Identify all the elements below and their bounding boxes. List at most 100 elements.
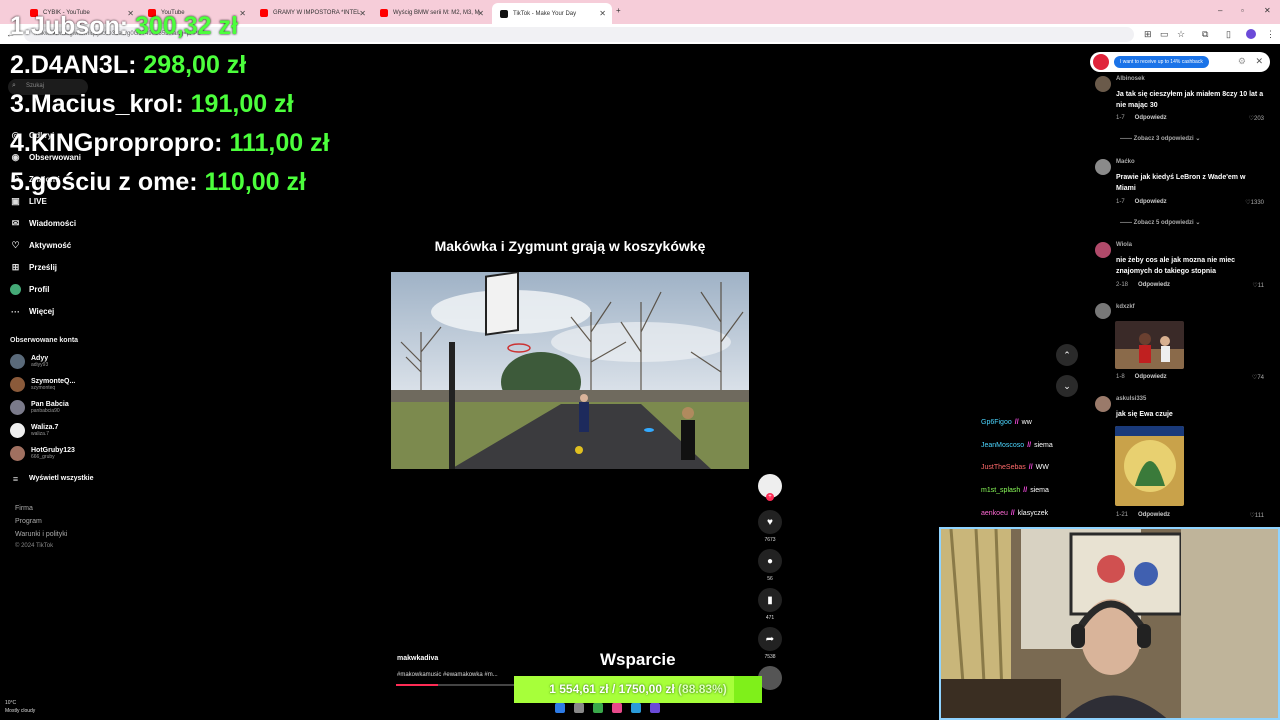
avatar[interactable]	[1095, 303, 1111, 319]
close-icon[interactable]: ✕	[239, 9, 246, 18]
extensions-icon[interactable]: ⧉	[1202, 29, 1208, 40]
avatar[interactable]	[1095, 76, 1111, 92]
footer-link[interactable]: Program	[15, 518, 42, 525]
comment-likes[interactable]: ♡203	[1249, 115, 1264, 122]
avatar[interactable]	[1095, 396, 1111, 412]
followed-account[interactable]: Pan Babcia panbabcia90	[10, 400, 69, 415]
comment-image[interactable]	[1115, 426, 1184, 506]
view-replies-button[interactable]: —— Zobacz 3 odpowiedzi ⌄	[1120, 135, 1200, 142]
upload-icon: ⊞	[11, 262, 20, 272]
minimize-icon[interactable]: –	[1218, 6, 1222, 15]
sidebar-item-profil[interactable]: Profil	[10, 284, 49, 295]
comment-likes[interactable]: ♡11	[1252, 282, 1264, 289]
footer-link[interactable]: Firma	[15, 505, 33, 512]
footer-link[interactable]: Warunki i polityki	[15, 531, 67, 538]
avatar[interactable]	[1095, 242, 1111, 258]
sidebar-item-live[interactable]: ▣ LIVE	[10, 196, 47, 207]
reply-button[interactable]: Odpowiedz	[1135, 115, 1167, 121]
heart-icon: ♥	[767, 516, 773, 528]
comment-meta: 1-7 Odpowiedz ♡203	[1116, 115, 1266, 122]
show-all-button[interactable]: ≡ Wyświetl wszystkie	[10, 473, 94, 484]
app-taskbar-icon[interactable]	[650, 703, 660, 713]
previous-video-button[interactable]: ⌃	[1056, 344, 1078, 366]
new-tab-icon[interactable]: +	[616, 6, 621, 15]
comment-user[interactable]: Albinosek	[1116, 76, 1145, 82]
sidebar-item-aktywnosc[interactable]: ♡ Aktywność	[10, 240, 71, 251]
sidebar-item-wiecej[interactable]: ··· Więcej	[10, 306, 54, 317]
account-name: HotGruby123	[31, 447, 75, 454]
chat-user: aenkoeu	[981, 510, 1008, 517]
like-button[interactable]: ♥	[758, 510, 782, 534]
sidepanel-icon[interactable]: ▯	[1226, 29, 1231, 40]
close-icon[interactable]: ✕	[599, 9, 606, 18]
weather-widget[interactable]: 10°C Mostly cloudy	[5, 699, 35, 715]
comment-likes[interactable]: ♡74	[1252, 374, 1264, 381]
account-name: Adyy	[31, 355, 49, 362]
comment-user[interactable]: askulsi335	[1116, 396, 1146, 402]
followed-account[interactable]: Adyy adiyy93	[10, 354, 48, 369]
video-hashtags[interactable]: #makowkamusic #ewamakowka #m...	[397, 672, 498, 678]
chat-message: JustTheSebas//WW	[981, 464, 1049, 471]
tab-label: TikTok - Make Your Day	[513, 10, 577, 17]
menu-icon[interactable]: ⋮	[1266, 29, 1275, 40]
sidebar-item-wiadomosci[interactable]: ✉ Wiadomości	[10, 218, 76, 229]
creator-name[interactable]: makwkadiva	[397, 655, 438, 662]
rank: 2.	[10, 51, 31, 79]
cashback-button[interactable]: I want to receive up to 14% cashback	[1114, 56, 1209, 68]
followed-account[interactable]: Waliza.7 waliza.7	[10, 423, 58, 438]
comment-like-count: 74	[1257, 375, 1264, 381]
view-replies-button[interactable]: —— Zobacz 5 odpowiedzi ⌄	[1120, 219, 1200, 226]
star-icon[interactable]: ☆	[1177, 29, 1185, 40]
goal-target: 1750,00 zł	[618, 682, 675, 696]
comment-user[interactable]: kdxzkf	[1116, 304, 1135, 310]
save-count: 471	[765, 615, 775, 621]
comment-user[interactable]: Wiola	[1116, 242, 1132, 248]
start-icon[interactable]	[555, 703, 565, 713]
window-close-icon[interactable]: ✕	[1264, 6, 1271, 15]
followed-account[interactable]: HotGruby123 666_gruby	[10, 446, 75, 461]
gear-icon[interactable]: ⚙	[1238, 56, 1246, 67]
chrome-taskbar-icon[interactable]	[593, 703, 603, 713]
reply-button[interactable]: Odpowiedz	[1135, 199, 1167, 205]
comment-button[interactable]: ●	[758, 549, 782, 573]
reply-button[interactable]: Odpowiedz	[1138, 282, 1170, 288]
close-icon[interactable]: ✕	[477, 9, 484, 18]
cast-icon[interactable]: ▭	[1160, 29, 1169, 40]
sidebar-item-przeslij[interactable]: ⊞ Prześlij	[10, 262, 57, 273]
maximize-icon[interactable]: ▫	[1241, 6, 1244, 15]
comment-user[interactable]: Maćko	[1116, 159, 1135, 165]
followed-account[interactable]: SzymonteQ... szymonteq	[10, 377, 75, 392]
leaderboard-entry: 1.Jubson: 300,32 zł	[10, 11, 238, 41]
next-video-button[interactable]: ⌄	[1056, 375, 1078, 397]
app-taskbar-icon[interactable]	[631, 703, 641, 713]
comment-likes[interactable]: ♡1330	[1245, 199, 1264, 206]
translate-icon[interactable]: ⊞	[1144, 29, 1152, 40]
cashback-banner[interactable]: I want to receive up to 14% cashback ⚙ ✕	[1090, 52, 1270, 72]
goal-percent: (88.83%)	[678, 682, 727, 696]
avatar[interactable]	[1095, 159, 1111, 175]
comment-likes[interactable]: ♡111	[1249, 512, 1264, 519]
reply-button[interactable]: Odpowiedz	[1138, 512, 1170, 518]
profile-avatar[interactable]	[1246, 29, 1256, 39]
comment-image[interactable]	[1115, 321, 1184, 369]
weather-desc: Mostly cloudy	[5, 708, 36, 714]
sidebar-item-label: Profil	[29, 285, 50, 294]
close-icon[interactable]: ✕	[1255, 56, 1263, 67]
browser-tab[interactable]: GRAMY W IMPOSTORA *INTEL ✕	[252, 4, 372, 22]
chevron-down-icon: ⌄	[1063, 380, 1071, 391]
reply-button[interactable]: Odpowiedz	[1135, 374, 1167, 380]
comment-date: 1-8	[1116, 374, 1125, 380]
account-name: Waliza.7	[31, 424, 59, 431]
follow-plus-icon[interactable]: +	[766, 493, 774, 501]
close-icon[interactable]: ✕	[359, 9, 366, 18]
sidebar-item-label: Wiadomości	[29, 219, 77, 228]
browser-tab[interactable]: Wyścig BMW serii M: M2, M3, M ✕	[372, 4, 490, 22]
save-button[interactable]: ▮	[758, 588, 782, 612]
donor-name: KINGpropropro:	[30, 129, 223, 157]
share-button[interactable]: ➦	[758, 627, 782, 651]
app-taskbar-icon[interactable]	[612, 703, 622, 713]
comment-meta: 2-18 Odpowiedz ♡11	[1116, 282, 1266, 289]
browser-tab-active[interactable]: TikTok - Make Your Day ✕	[492, 3, 612, 24]
video-player[interactable]	[391, 272, 749, 469]
search-taskbar-icon[interactable]	[574, 703, 584, 713]
